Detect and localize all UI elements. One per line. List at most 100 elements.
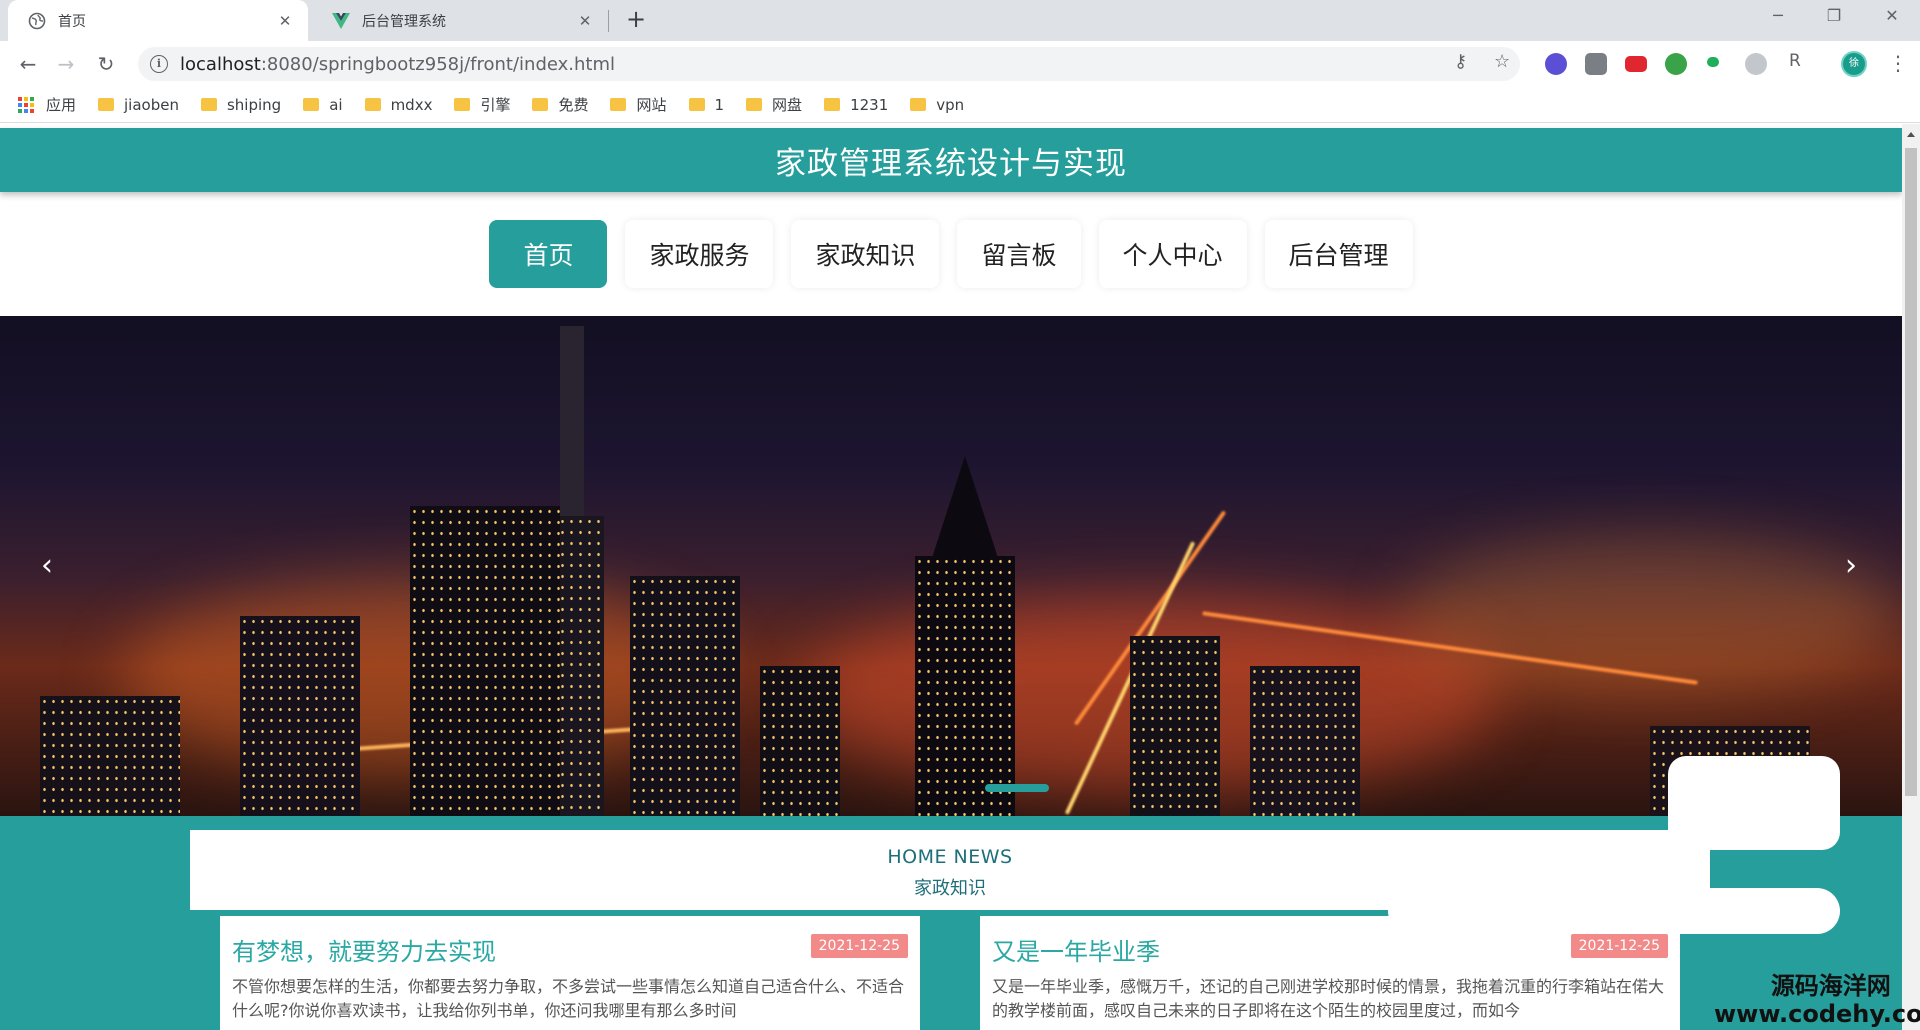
bookmark-label: 应用	[46, 96, 77, 114]
carousel-prev-button[interactable]: ‹	[30, 550, 64, 584]
bookmark-folder[interactable]: mdxx	[364, 95, 433, 114]
browser-tab-home[interactable]: 首页 ✕	[8, 0, 308, 41]
folder-icon	[910, 98, 927, 111]
url-text: localhost:8080/springbootz958j/front/ind…	[180, 54, 615, 75]
nav-item-message-board[interactable]: 留言板	[957, 220, 1081, 288]
nav-item-knowledge[interactable]: 家政知识	[791, 220, 940, 288]
bookmark-folder[interactable]: 免费	[532, 94, 588, 115]
vue-logo-icon	[332, 12, 350, 30]
extension-icon[interactable]	[1585, 53, 1607, 75]
bookmark-folder[interactable]: 1231	[824, 96, 888, 114]
nav-item-personal-center[interactable]: 个人中心	[1098, 220, 1247, 288]
tab-title: 首页	[58, 13, 86, 30]
bookmark-star-icon[interactable]: ☆	[1494, 51, 1510, 72]
bookmark-label: 1231	[850, 95, 889, 114]
bookmark-apps[interactable]: 应用	[18, 94, 76, 115]
new-tab-button[interactable]: +	[622, 6, 650, 34]
site-header: 家政管理系统设计与实现	[0, 128, 1902, 192]
bookmark-folder[interactable]: 1	[688, 95, 725, 114]
close-tab-icon[interactable]: ✕	[576, 12, 594, 30]
restore-icon[interactable]: ❐	[1814, 6, 1854, 25]
bookmark-folder[interactable]: 网盘	[746, 94, 802, 115]
forward-arrow-icon[interactable]: →	[52, 50, 80, 78]
globe-icon	[28, 12, 46, 30]
extension-icon[interactable]	[1625, 56, 1647, 72]
nav-item-home[interactable]: 首页	[489, 220, 608, 288]
nav-item-admin[interactable]: 后台管理	[1264, 220, 1413, 288]
bookmark-label: 免费	[558, 96, 589, 114]
bookmark-label: mdxx	[390, 95, 433, 114]
bookmark-folder[interactable]: 引擎	[454, 94, 510, 115]
folder-icon	[688, 98, 705, 111]
folder-icon	[200, 98, 217, 111]
news-card-title[interactable]: 又是一年毕业季	[992, 932, 1668, 967]
main-nav: 首页 家政服务 家政知识 留言板 个人中心 后台管理	[0, 220, 1902, 288]
news-heading-en: HOME NEWS	[887, 846, 1013, 868]
folder-icon	[303, 98, 320, 111]
address-bar[interactable]: i localhost:8080/springbootz958j/front/i…	[138, 47, 1520, 81]
folder-icon	[824, 98, 841, 111]
bookmark-label: 1	[714, 95, 725, 114]
nav-item-services[interactable]: 家政服务	[625, 220, 774, 288]
extension-icon[interactable]	[1545, 53, 1567, 75]
folder-icon	[364, 98, 381, 111]
folder-icon	[610, 98, 627, 111]
folder-icon	[454, 98, 471, 111]
bookmark-label: jiaoben	[124, 95, 179, 114]
tab-divider	[608, 10, 609, 32]
apps-grid-icon	[18, 96, 34, 113]
bookmark-label: 引擎	[480, 96, 511, 114]
news-card-excerpt: 又是一年毕业季，感慨万千，还记的自己刚进学校那时候的情景，我拖着沉重的行李箱站在…	[992, 977, 1665, 1020]
bookmark-label: shiping	[226, 95, 282, 114]
page-viewport: 家政管理系统设计与实现 首页 家政服务 家政知识 留言板 个人中心 后台管理 ‹…	[0, 124, 1902, 1030]
extension-r-icon[interactable]: R	[1789, 51, 1801, 71]
key-icon[interactable]: ⚷	[1454, 51, 1467, 72]
watermark-line1: 源码海洋网	[1770, 972, 1891, 1000]
news-card[interactable]: 有梦想，就要努力去实现 2021-12-25 不管你想要怎样的生活，你都要去努力…	[220, 916, 920, 1030]
carousel-next-button[interactable]: ›	[1834, 550, 1868, 584]
extension-icon[interactable]	[1665, 53, 1687, 75]
news-card-date: 2021-12-25	[810, 934, 908, 958]
site-title: 家政管理系统设计与实现	[775, 145, 1127, 182]
minimize-icon[interactable]: ─	[1758, 6, 1798, 25]
tab-title: 后台管理系统	[362, 13, 446, 30]
bookmark-label: vpn	[936, 95, 965, 114]
site-info-icon[interactable]: i	[150, 55, 168, 73]
bookmark-folder[interactable]: ai	[303, 95, 343, 114]
close-tab-icon[interactable]: ✕	[276, 12, 294, 30]
menu-kebab-icon[interactable]: ⋮	[1888, 51, 1908, 75]
watermark: 源码海洋网 www.codehy.com	[1714, 972, 1920, 1028]
scroll-up-arrow-icon[interactable]	[1907, 132, 1915, 137]
bookmark-label: ai	[329, 95, 343, 114]
overlay-blob	[1668, 756, 1840, 850]
bookmark-label: 网盘	[772, 96, 803, 114]
bookmark-folder[interactable]: 网站	[610, 94, 667, 115]
bookmark-folder[interactable]: shiping	[200, 95, 282, 114]
news-card-title[interactable]: 有梦想，就要努力去实现	[232, 932, 908, 967]
extension-icon[interactable]	[1707, 57, 1719, 67]
browser-toolbar: ← → ↻ i localhost:8080/springbootz958j/f…	[0, 41, 1920, 87]
browser-tab-admin[interactable]: 后台管理系统 ✕	[312, 0, 608, 41]
profile-avatar[interactable]: 徐	[1841, 51, 1867, 77]
carousel-banner: ‹ ›	[0, 316, 1902, 816]
folder-icon	[532, 98, 549, 111]
extension-icon[interactable]	[1745, 53, 1767, 75]
page-scrollbar[interactable]	[1902, 124, 1920, 1030]
url-host: localhost	[180, 53, 261, 75]
scrollbar-thumb[interactable]	[1905, 148, 1917, 796]
folder-icon	[746, 98, 763, 111]
bookmark-folder[interactable]: vpn	[910, 96, 964, 114]
reload-icon[interactable]: ↻	[92, 50, 120, 78]
news-card-date: 2021-12-25	[1570, 934, 1668, 958]
folder-icon	[98, 98, 115, 111]
watermark-line2: www.codehy.com	[1714, 1000, 1920, 1028]
news-card-excerpt: 不管你想要怎样的生活，你都要去努力争取，不多尝试一些事情怎么知道自己适合什么、不…	[232, 977, 905, 1020]
overlay-blob	[1388, 888, 1840, 934]
bookmark-label: 网站	[636, 96, 667, 114]
browser-tab-strip: 首页 ✕ 后台管理系统 ✕ + ─ ❐ ✕	[0, 0, 1920, 41]
close-window-icon[interactable]: ✕	[1872, 6, 1912, 25]
carousel-indicator[interactable]	[985, 784, 1049, 792]
bookmarks-bar: 应用 jiaoben shiping ai mdxx 引擎 免费 网站 1 网盘…	[0, 87, 1920, 123]
bookmark-folder[interactable]: jiaoben	[98, 96, 179, 114]
back-arrow-icon[interactable]: ←	[14, 50, 42, 78]
